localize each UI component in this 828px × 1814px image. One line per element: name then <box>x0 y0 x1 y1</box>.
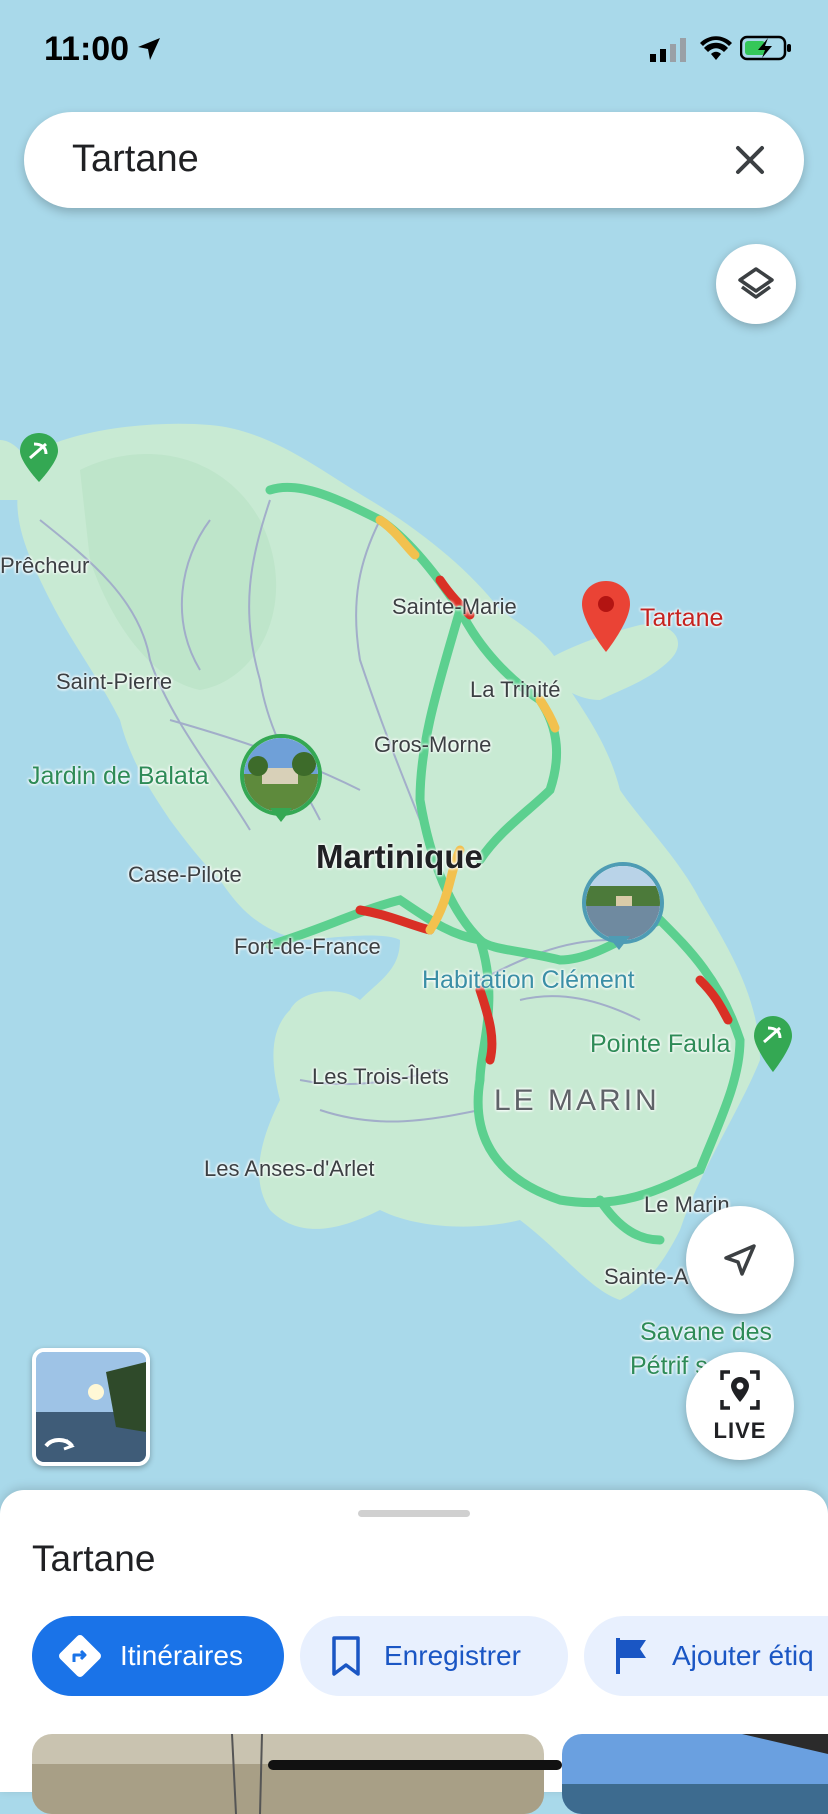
directions-label: Itinéraires <box>120 1640 243 1671</box>
map-label-le-marin-region: LE MARIN <box>494 1084 660 1117</box>
add-label-label: Ajouter étiq <box>672 1640 814 1671</box>
wifi-icon <box>700 36 732 60</box>
status-time: 11:00 <box>44 30 130 68</box>
my-location-button[interactable] <box>686 1206 794 1314</box>
map-label-saint-pierre: Saint-Pierre <box>56 669 173 694</box>
close-icon[interactable] <box>724 134 776 186</box>
sheet-handle[interactable] <box>358 1510 470 1517</box>
layers-icon <box>738 267 774 299</box>
map-label-martinique: Martinique <box>316 838 483 875</box>
place-sheet[interactable]: Tartane Itinéraires Enregistrer Ajouter … <box>0 1490 828 1814</box>
save-label: Enregistrer <box>384 1640 521 1671</box>
map-label-case-pilote: Case-Pilote <box>128 862 242 887</box>
map-label-les-trois-ilets: Les Trois-Îlets <box>312 1064 449 1089</box>
map-label-pointe-faula: Pointe Faula <box>590 1030 731 1058</box>
place-title: Tartane <box>32 1538 156 1579</box>
search-query[interactable]: Tartane <box>72 138 199 181</box>
live-view-button[interactable]: LIVE <box>686 1352 794 1460</box>
status-bar: 11:00 <box>0 0 828 100</box>
park-icon[interactable] <box>752 1014 794 1074</box>
bookmark-icon <box>332 1636 360 1676</box>
street-view-icon <box>244 738 318 812</box>
add-label-button[interactable]: Ajouter étiq <box>584 1616 828 1696</box>
search-bar[interactable]: Tartane <box>24 112 804 208</box>
map-label-gros-morne: Gros-Morne <box>374 732 492 757</box>
place-photo-2[interactable] <box>562 1734 828 1814</box>
park-icon[interactable] <box>18 432 60 484</box>
battery-charging-icon <box>740 35 791 61</box>
live-label: LIVE <box>713 1418 767 1443</box>
signal-icon <box>650 38 686 62</box>
home-indicator <box>268 1760 562 1770</box>
map-label-sainte-anne: Sainte-A <box>604 1264 689 1289</box>
map-label-savane-line1: Savane des <box>640 1318 773 1346</box>
street-view-thumbnail[interactable] <box>32 1348 150 1466</box>
photo-marker-habitation[interactable] <box>582 862 664 944</box>
layers-button[interactable] <box>716 244 796 324</box>
map-label-sainte-marie: Sainte-Marie <box>392 594 517 619</box>
place-pin-icon[interactable] <box>580 580 632 654</box>
photo-marker-balata[interactable] <box>240 734 322 816</box>
location-arrow-icon <box>724 1244 756 1276</box>
map-label-jardin-de-balata: Jardin de Balata <box>28 762 209 790</box>
directions-button[interactable]: Itinéraires <box>32 1616 284 1696</box>
map-label-la-trinite: La Trinité <box>470 677 561 702</box>
street-view-icon <box>586 866 660 940</box>
map-label-precheur: Prêcheur <box>0 553 90 578</box>
save-button[interactable]: Enregistrer <box>300 1616 568 1696</box>
place-photo-1[interactable] <box>32 1734 544 1814</box>
map-label-fort-de-france: Fort-de-France <box>234 934 381 959</box>
live-view-icon <box>720 1370 760 1410</box>
directions-icon <box>59 1635 101 1677</box>
street-view-icon <box>36 1352 146 1462</box>
navigation-arrow-icon <box>138 38 160 60</box>
flag-icon <box>616 1638 646 1674</box>
map-label-les-anses-darlet: Les Anses-d'Arlet <box>204 1156 375 1181</box>
map-label-habitation-clement: Habitation Clément <box>422 966 635 994</box>
map-label-tartane: Tartane <box>640 604 724 632</box>
